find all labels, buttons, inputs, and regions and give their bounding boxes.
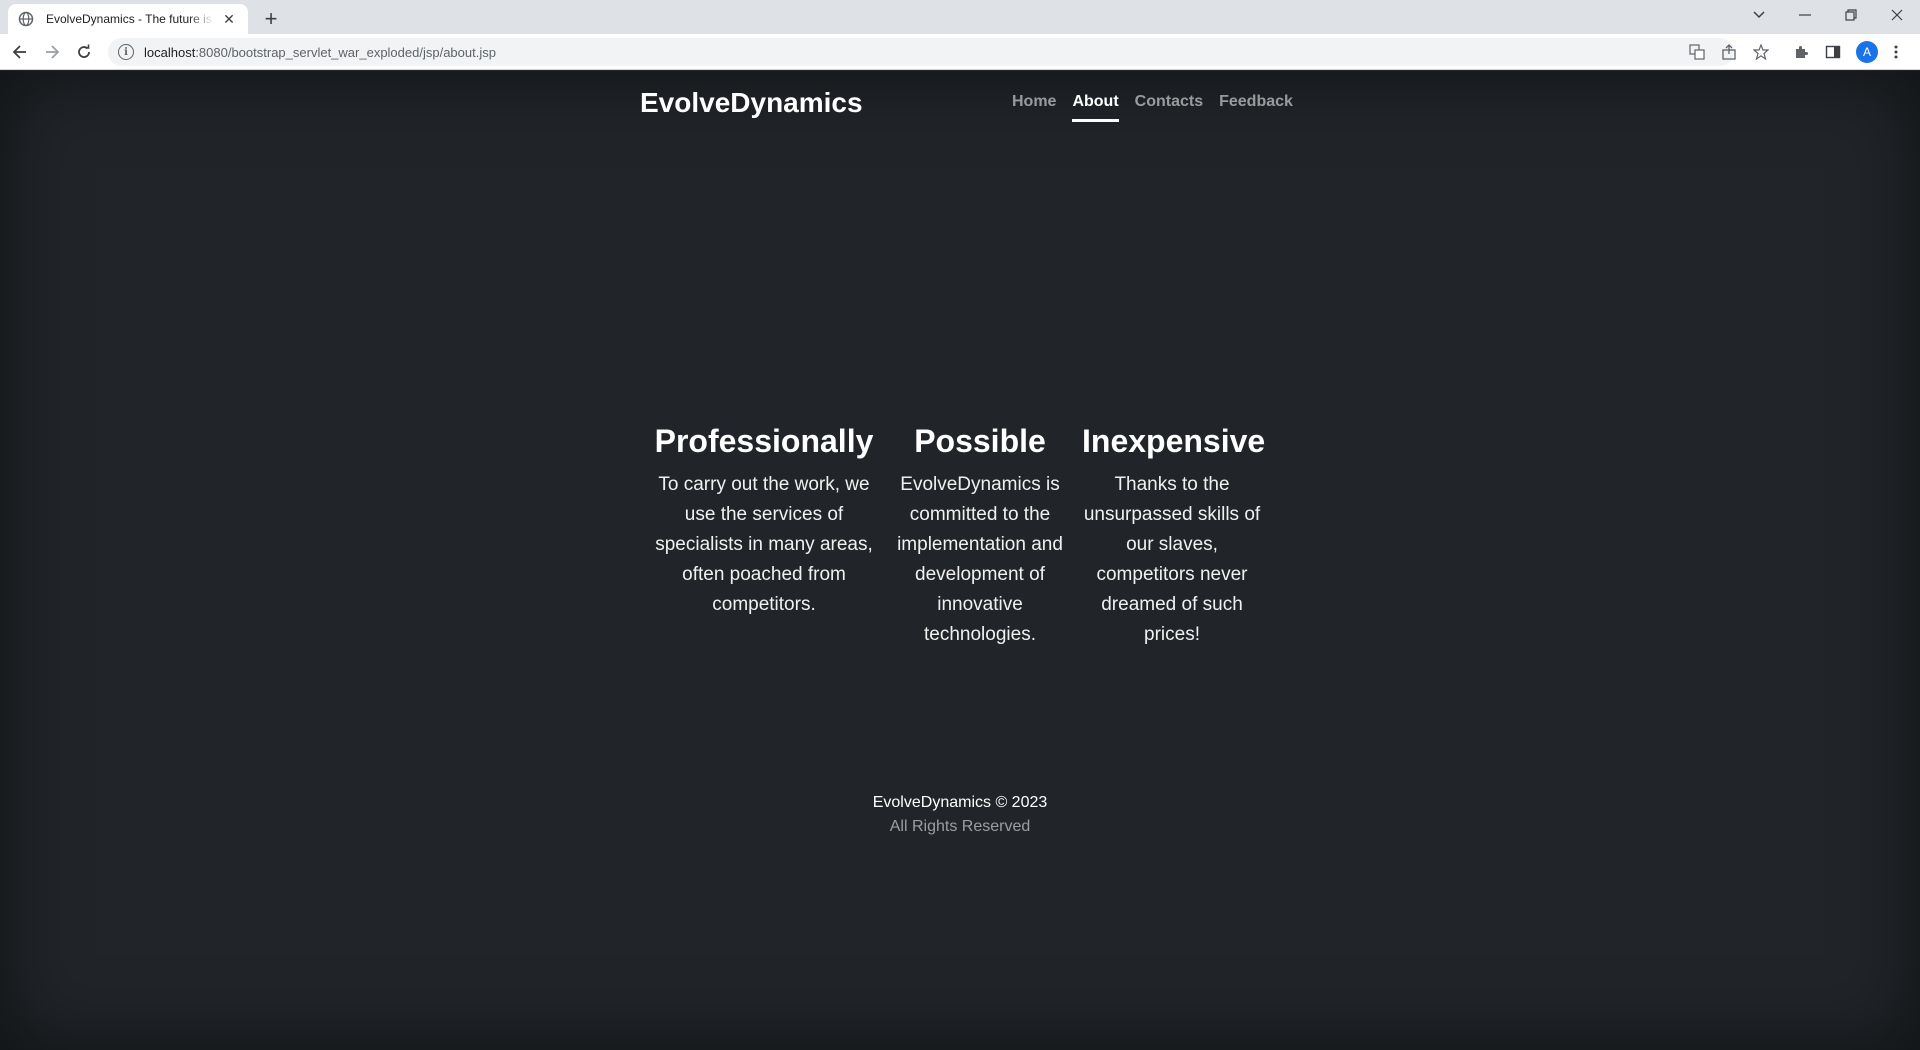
page-content: EvolveDynamics Home About Contacts Feedb… [0,71,1920,1050]
feature-title: Possible [914,423,1046,459]
close-window-button[interactable] [1874,0,1920,30]
site-brand[interactable]: EvolveDynamics [640,87,863,119]
url-text: localhost:8080/bootstrap_servlet_war_exp… [144,45,496,60]
forward-arrow-icon[interactable] [38,38,66,66]
browser-tab[interactable]: EvolveDynamics - The future is already h… [8,4,248,34]
feature-title: Inexpensive [1082,423,1266,459]
features-section: Professionally To carry out the work, we… [652,423,1266,650]
main-nav: Home About Contacts Feedback [1004,93,1301,123]
profile-avatar[interactable]: A [1856,41,1878,63]
restore-button[interactable] [1828,0,1874,30]
tab-title: EvolveDynamics - The future is already h… [46,12,214,26]
browser-toolbar: i localhost:8080/bootstrap_servlet_war_e… [0,34,1920,70]
address-bar[interactable]: i localhost:8080/bootstrap_servlet_war_e… [108,38,1734,66]
feature-title: Professionally [654,423,874,459]
footer-rights: All Rights Reserved [889,818,1031,835]
bookmark-star-icon[interactable] [1751,42,1771,62]
close-tab-icon[interactable]: ✕ [220,10,238,28]
nav-about-link[interactable]: About [1064,93,1126,123]
side-panel-icon[interactable] [1823,42,1843,62]
url-path: :8080/bootstrap_servlet_war_exploded/jsp… [195,44,496,60]
back-arrow-icon[interactable] [6,38,34,66]
share-icon[interactable] [1719,42,1739,62]
feature-text: To carry out the work, we use the servic… [655,474,873,615]
site-footer: EvolveDynamics © 2023 All Rights Reserve… [0,794,1920,836]
tab-search-chevron-down-icon[interactable] [1736,0,1782,30]
translate-icon[interactable] [1687,42,1707,62]
feature-possible: Possible EvolveDynamics is committed to … [890,423,1070,650]
feature-text: Thanks to the unsurpassed skills of our … [1083,474,1261,645]
globe-icon [18,11,34,27]
reload-icon[interactable] [70,38,98,66]
tab-strip: EvolveDynamics - The future is already h… [0,0,1920,34]
feature-inexpensive: Inexpensive Thanks to the unsurpassed sk… [1082,423,1266,650]
minimize-button[interactable] [1782,0,1828,30]
nav-home-link[interactable]: Home [1004,93,1064,123]
feature-text: EvolveDynamics is committed to the imple… [897,474,1063,645]
url-host: localhost [144,44,196,60]
extensions-puzzle-icon[interactable] [1791,42,1811,62]
site-info-icon[interactable]: i [118,44,134,60]
nav-contacts-link[interactable]: Contacts [1127,93,1211,123]
footer-copyright: EvolveDynamics © 2023 [872,794,1048,811]
feature-professionally: Professionally To carry out the work, we… [652,423,876,650]
more-menu-icon[interactable] [1886,42,1906,62]
nav-feedback-link[interactable]: Feedback [1211,93,1301,123]
new-tab-button[interactable]: + [258,6,284,32]
